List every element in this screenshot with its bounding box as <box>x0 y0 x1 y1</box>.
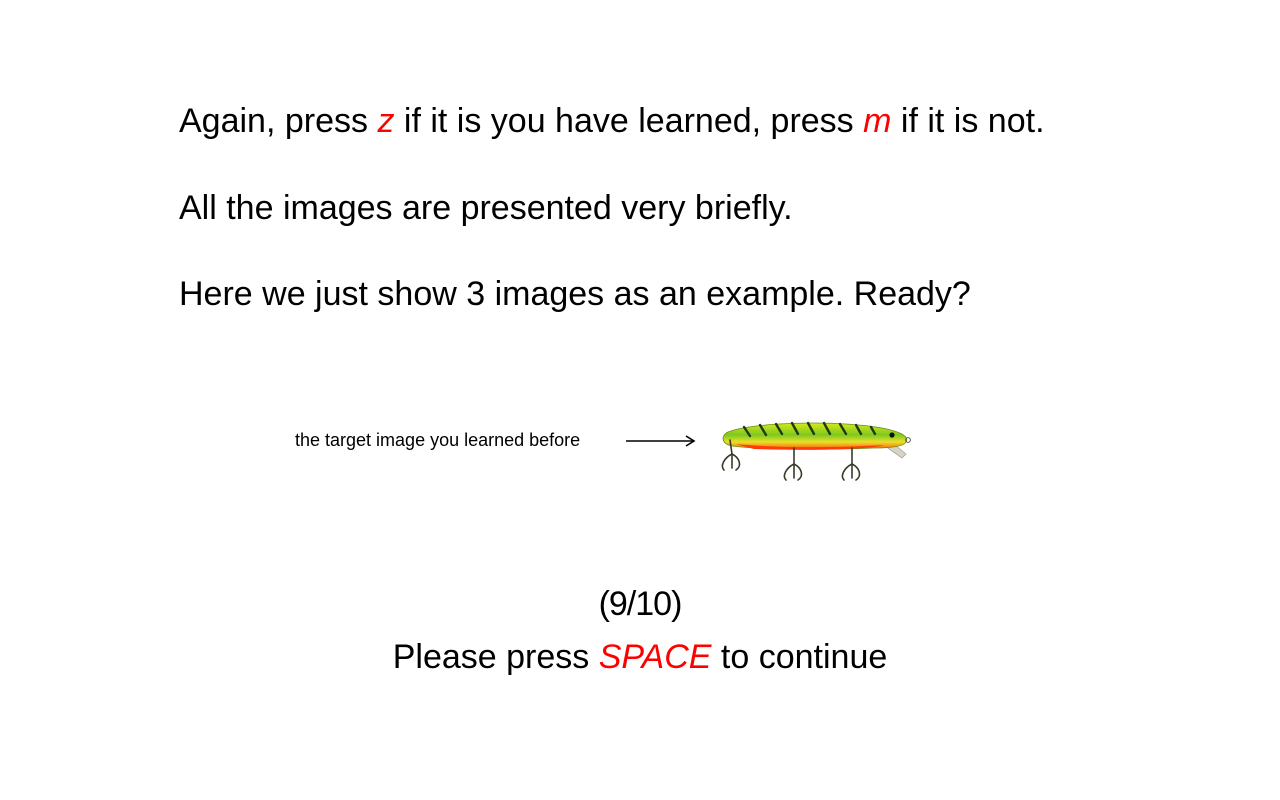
instruction-line-2: All the images are presented very briefl… <box>179 189 793 227</box>
continue-prompt: Please press SPACE to continue <box>0 637 1280 677</box>
instruction-line-3: Here we just show 3 images as an example… <box>179 275 971 313</box>
instruction-text: if it is you have learned, press <box>394 102 864 140</box>
instruction-text: if it is not. <box>891 102 1045 140</box>
continue-text: Please press <box>392 638 599 676</box>
continue-text: to continue <box>711 638 888 676</box>
instruction-text: Again, press <box>179 102 378 140</box>
key-m-highlight: m <box>863 102 892 140</box>
progress-counter: (9/10) <box>598 585 683 623</box>
fishing-lure-image <box>721 421 911 481</box>
key-z-highlight: z <box>377 102 395 140</box>
target-image-label: the target image you learned before <box>295 430 581 450</box>
key-space-highlight: SPACE <box>598 638 712 676</box>
instruction-line-1: Again, press z if it is you have learned… <box>179 101 1045 141</box>
arrow-right-icon <box>626 435 696 447</box>
